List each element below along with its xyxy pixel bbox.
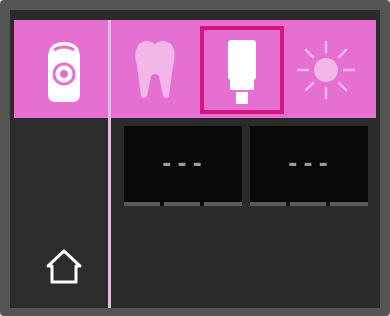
tab-tooth[interactable] bbox=[111, 20, 199, 118]
readout-value-1: --- bbox=[160, 152, 206, 177]
home-button[interactable] bbox=[42, 244, 86, 288]
device-sensor-icon bbox=[48, 42, 80, 102]
tab-device[interactable] bbox=[14, 20, 108, 118]
readout-segment bbox=[330, 202, 368, 206]
readout-segment bbox=[250, 202, 286, 206]
readout-segment bbox=[290, 202, 326, 206]
screen: --- --- bbox=[14, 20, 376, 308]
readout-value-2: --- bbox=[286, 152, 332, 177]
tab-selected-indicator bbox=[200, 26, 284, 114]
readout-segment bbox=[164, 202, 200, 206]
readout-panel-2: --- bbox=[250, 126, 368, 206]
tab-sun[interactable] bbox=[286, 20, 376, 118]
tooth-icon bbox=[135, 41, 175, 98]
readout-panel-1: --- bbox=[124, 126, 242, 206]
readout-segment bbox=[124, 202, 160, 206]
sun-icon bbox=[296, 40, 356, 100]
home-icon bbox=[46, 249, 82, 284]
readout-segment bbox=[204, 202, 242, 206]
